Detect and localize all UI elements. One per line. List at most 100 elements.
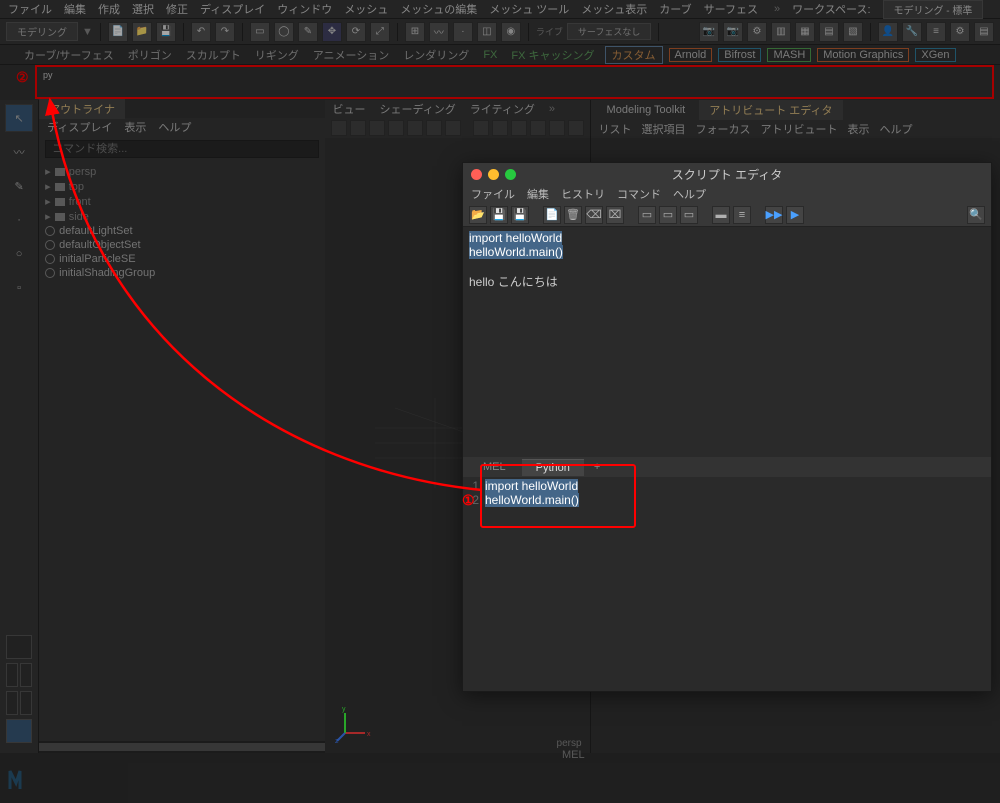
snap-plane-icon[interactable]: ◫: [477, 22, 497, 42]
snap-live-icon[interactable]: ◉: [501, 22, 521, 42]
source-icon[interactable]: 📄: [543, 206, 561, 224]
save-script-icon[interactable]: 💾: [490, 206, 508, 224]
history-icon[interactable]: ▭: [680, 206, 698, 224]
rp-menu-item[interactable]: リスト: [599, 121, 632, 137]
rp-menu-item[interactable]: フォーカス: [696, 121, 751, 137]
save-icon[interactable]: 💾: [156, 22, 176, 42]
move-icon[interactable]: ✥: [322, 22, 342, 42]
vp-ao-icon[interactable]: [511, 120, 527, 136]
python-shelf-icon[interactable]: py: [40, 67, 56, 83]
vp-wire-icon[interactable]: [445, 120, 461, 136]
shelf-tab[interactable]: Bifrost: [718, 48, 761, 62]
vp-gate-icon[interactable]: [388, 120, 404, 136]
menu-item[interactable]: 作成: [98, 1, 120, 17]
layout-two-icon[interactable]: [20, 691, 32, 715]
lasso-tool-icon[interactable]: 〰: [5, 138, 33, 166]
menu-item[interactable]: メッシュ表示: [581, 1, 647, 17]
layout-icon[interactable]: ▬: [712, 206, 730, 224]
shelf-tab-active[interactable]: カスタム: [605, 46, 663, 64]
vp-light-icon[interactable]: [473, 120, 489, 136]
rotate-tool-icon[interactable]: ○: [5, 240, 33, 268]
outliner-search-input[interactable]: [45, 140, 318, 158]
paint-tool-icon[interactable]: ✎: [5, 172, 33, 200]
se-menu-item[interactable]: 編集: [527, 186, 549, 202]
render-icon[interactable]: 📷: [699, 22, 719, 42]
select-icon[interactable]: ▭: [250, 22, 270, 42]
layout-two-icon[interactable]: [6, 691, 18, 715]
rp-menu-item[interactable]: ヘルプ: [880, 121, 913, 137]
outliner-item[interactable]: top: [69, 181, 84, 193]
scale-tool-icon[interactable]: ▫: [5, 274, 33, 302]
vp-bookmark-icon[interactable]: [350, 120, 366, 136]
execute-all-icon[interactable]: ▶▶: [765, 206, 783, 224]
vp-shadow-icon[interactable]: [492, 120, 508, 136]
menu-item[interactable]: メッシュの編集: [400, 1, 477, 17]
vp-menu-item[interactable]: ビュー: [333, 101, 366, 117]
account-icon[interactable]: 👤: [878, 22, 898, 42]
shelf-tab[interactable]: FX: [479, 49, 501, 61]
shelf-tab[interactable]: カーブ/サーフェス: [20, 47, 118, 63]
scale-icon[interactable]: ⤢: [370, 22, 390, 42]
outliner-item[interactable]: defaultObjectSet: [59, 239, 140, 251]
outliner-item[interactable]: front: [69, 196, 91, 208]
scrollbar[interactable]: [39, 741, 324, 753]
layout-four-icon[interactable]: [6, 663, 18, 687]
vp-menu-item[interactable]: シェーディング: [380, 101, 456, 117]
snap-grid-icon[interactable]: ⊞: [405, 22, 425, 42]
render-settings-icon[interactable]: ⚙: [747, 22, 767, 42]
shelf-tab[interactable]: MASH: [767, 48, 811, 62]
shelf-tab[interactable]: FX キャッシング: [507, 47, 598, 63]
panel-icon[interactable]: ▥: [771, 22, 791, 42]
outliner-item[interactable]: persp: [69, 166, 97, 178]
close-icon[interactable]: [471, 169, 482, 180]
outliner-tab[interactable]: アウトライナ: [39, 99, 125, 119]
workspace-dropdown[interactable]: モデリング - 標準: [883, 0, 984, 19]
menu-item[interactable]: 選択: [132, 1, 154, 17]
snap-curve-icon[interactable]: 〰: [429, 22, 449, 42]
execute-icon[interactable]: ▶: [786, 206, 804, 224]
menu-item[interactable]: ウィンドウ: [277, 1, 332, 17]
attr-editor-icon[interactable]: ≡: [926, 22, 946, 42]
mel-tab[interactable]: MEL: [469, 459, 520, 475]
shelf-tab[interactable]: XGen: [915, 48, 955, 62]
vp-menu-item[interactable]: ライティング: [470, 101, 535, 117]
vp-grid-icon[interactable]: [369, 120, 385, 136]
vp-aa-icon[interactable]: [530, 120, 546, 136]
outliner-item[interactable]: side: [69, 211, 89, 223]
panel-icon[interactable]: ▦: [795, 22, 815, 42]
rotate-icon[interactable]: ⟳: [346, 22, 366, 42]
shelf-tab[interactable]: ポリゴン: [124, 47, 176, 63]
layout-outliner-icon[interactable]: [6, 719, 32, 743]
menu-item[interactable]: ファイル: [8, 1, 52, 17]
outliner-menu-item[interactable]: ヘルプ: [158, 119, 191, 135]
lasso-icon[interactable]: ◯: [274, 22, 294, 42]
menu-item[interactable]: メッシュ: [344, 1, 388, 17]
redo-icon[interactable]: ↷: [215, 22, 235, 42]
search-icon[interactable]: 🔍: [967, 206, 985, 224]
shelf-tab[interactable]: Motion Graphics: [817, 48, 909, 62]
rp-menu-item[interactable]: 選択項目: [642, 121, 686, 137]
shelf-tab[interactable]: レンダリング: [399, 47, 473, 63]
python-tab[interactable]: Python: [522, 459, 584, 476]
vp-reso-icon[interactable]: [407, 120, 423, 136]
snap-point-icon[interactable]: ·: [453, 22, 473, 42]
render-ipr-icon[interactable]: 📷: [723, 22, 743, 42]
shelf-tab[interactable]: リギング: [251, 47, 303, 63]
open-icon[interactable]: 📁: [132, 22, 152, 42]
rp-menu-item[interactable]: 表示: [848, 121, 870, 137]
history-icon[interactable]: ▭: [659, 206, 677, 224]
menu-item[interactable]: メッシュ ツール: [489, 1, 569, 17]
menu-item[interactable]: ディスプレイ: [200, 1, 265, 17]
select-tool-icon[interactable]: ↖: [5, 104, 33, 132]
se-menu-item[interactable]: ファイル: [471, 186, 515, 202]
channel-box-icon[interactable]: ▤: [974, 22, 994, 42]
surface-dropdown[interactable]: サーフェスなし: [567, 23, 651, 40]
shelf-tab[interactable]: スカルプト: [182, 47, 245, 63]
rp-menu-item[interactable]: アトリビュート: [761, 121, 838, 137]
move-tool-icon[interactable]: ·: [5, 206, 33, 234]
shelf-tab[interactable]: アニメーション: [309, 47, 394, 63]
toolkit-icon[interactable]: 🔧: [902, 22, 922, 42]
attribute-editor-tab[interactable]: アトリビュート エディタ: [699, 100, 842, 120]
clear-input-icon[interactable]: ⌫: [585, 206, 603, 224]
undo-icon[interactable]: ↶: [191, 22, 211, 42]
